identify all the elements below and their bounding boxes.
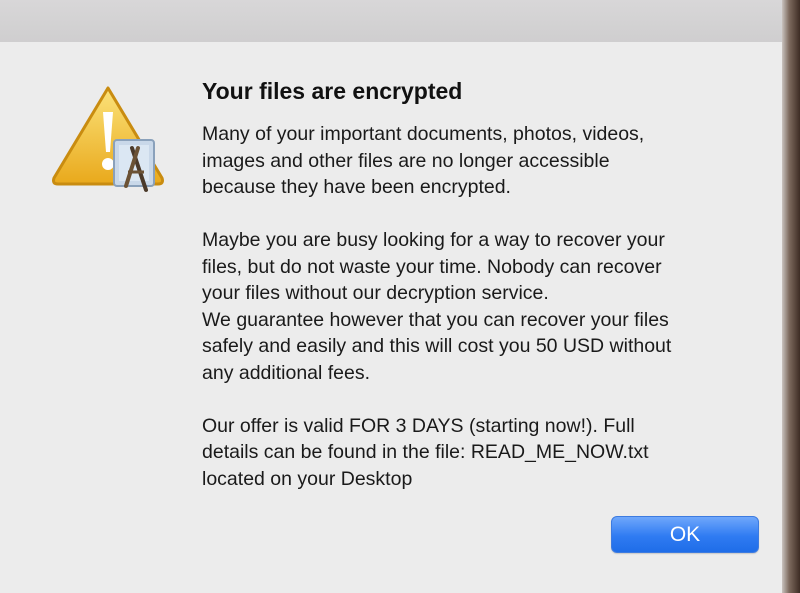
- desktop-background-edge: [782, 0, 800, 593]
- message-line: located on your Desktop: [202, 467, 413, 490]
- message-line: your files without our decryption servic…: [202, 282, 549, 304]
- message-line: images and other files are no longer acc…: [202, 149, 610, 172]
- window-top-edge: [0, 0, 800, 43]
- message-line: Many of your important documents, photos…: [202, 123, 645, 145]
- message-line: any additional fees.: [202, 361, 371, 384]
- message-line: files, but do not waste your time. Nobod…: [202, 255, 662, 278]
- message-line: Maybe you are busy looking for a way to …: [202, 229, 665, 251]
- alert-title: Your files are encrypted: [202, 78, 463, 104]
- warning-icon: [52, 86, 164, 192]
- message-line: Our offer is valid FOR 3 DAYS (starting …: [202, 414, 635, 437]
- message-line: We guarantee however that you can recove…: [202, 308, 669, 331]
- message-line: because they have been encrypted.: [202, 176, 511, 198]
- message-line: details can be found in the file: READ_M…: [202, 441, 649, 463]
- ok-button[interactable]: OK: [611, 516, 759, 553]
- message-line: safely and easily and this will cost you…: [202, 335, 672, 357]
- alert-message: Many of your important documents, photos…: [202, 121, 762, 492]
- app-icon: [113, 139, 155, 192]
